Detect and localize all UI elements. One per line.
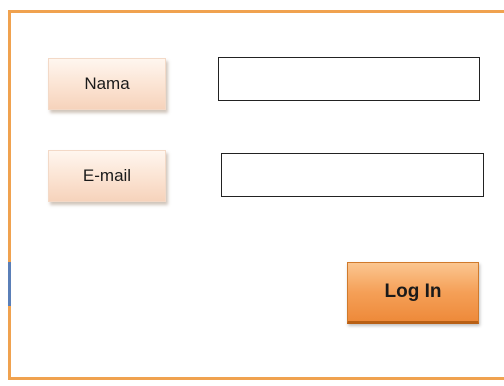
name-input[interactable] — [218, 57, 480, 101]
email-label-text: E-mail — [82, 166, 132, 185]
login-button-label: Log In — [384, 281, 442, 302]
frame-edge-marker — [8, 262, 11, 306]
name-label-text: Nama — [84, 74, 130, 93]
login-button[interactable]: Log In — [347, 262, 479, 324]
name-label: Nama — [48, 58, 166, 110]
email-input[interactable] — [221, 153, 484, 197]
email-label: E-mail — [48, 150, 166, 202]
